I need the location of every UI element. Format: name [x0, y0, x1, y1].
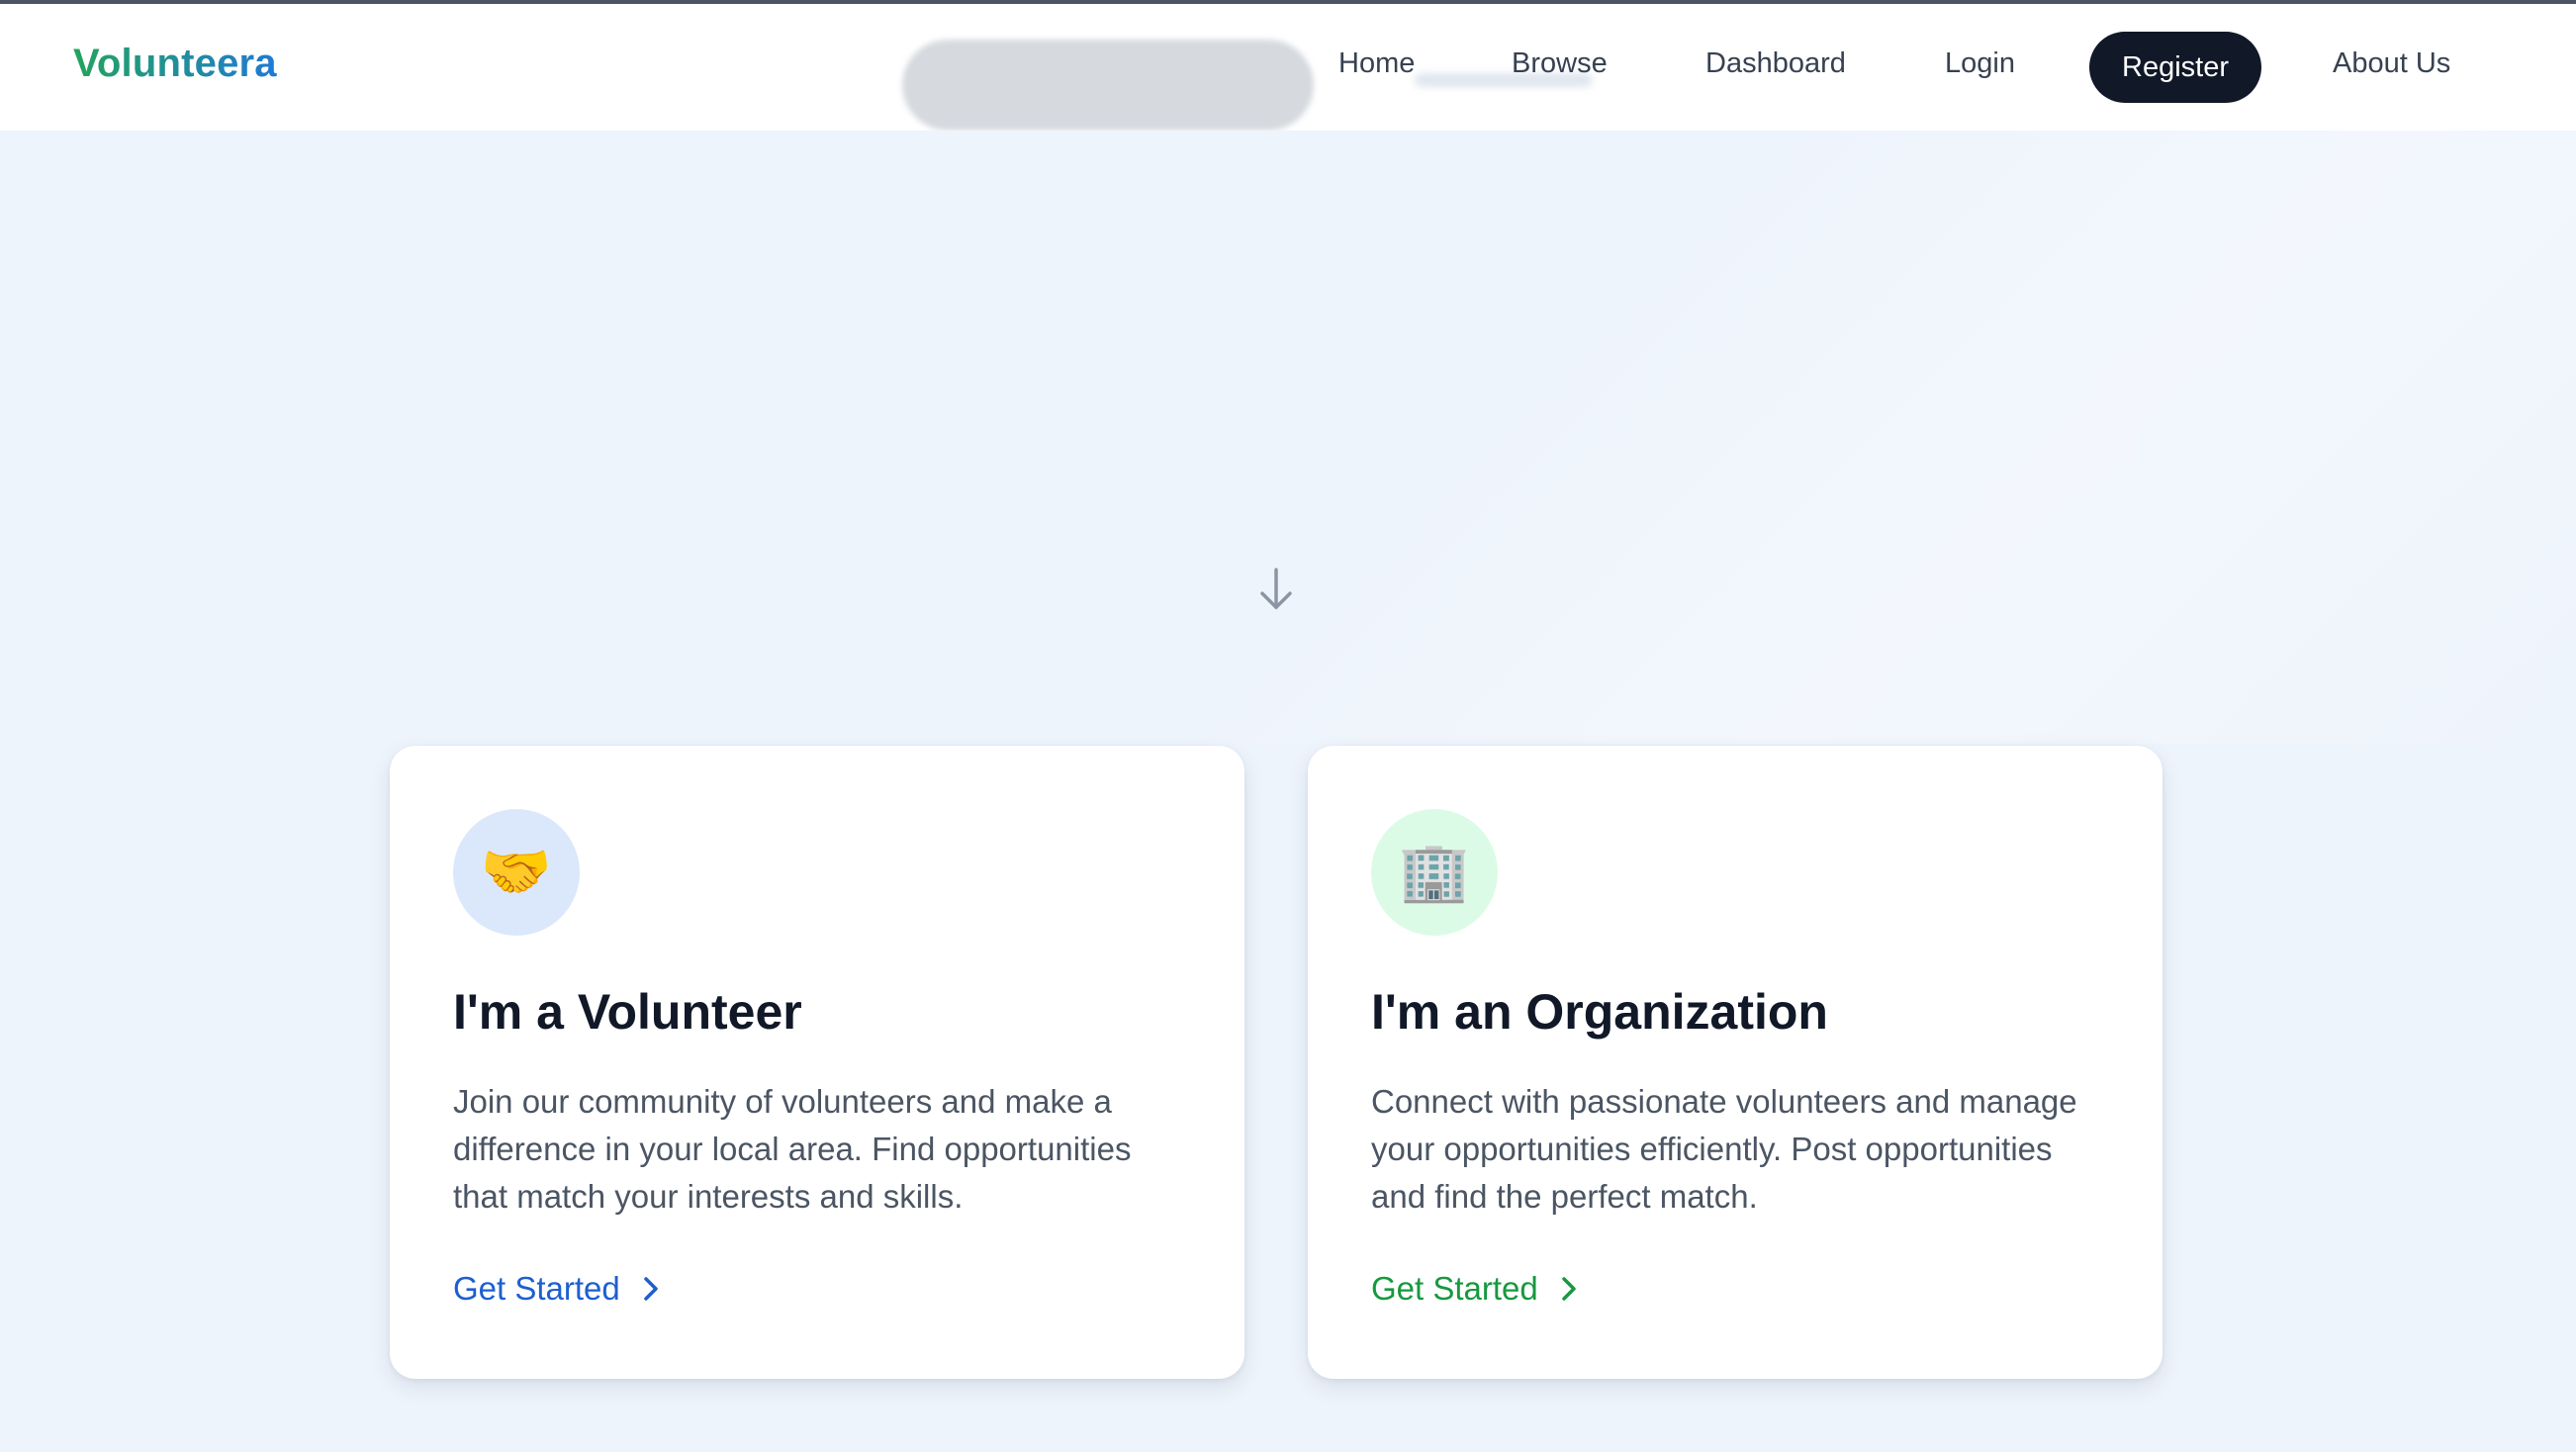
nav-about-us[interactable]: About Us: [2333, 47, 2450, 80]
arrow-down-icon[interactable]: [1256, 566, 1296, 613]
nav-login[interactable]: Login: [1945, 47, 2015, 80]
volunteer-get-started-link[interactable]: Get Started: [453, 1270, 660, 1308]
chevron-right-icon: [644, 1277, 658, 1301]
register-button[interactable]: Register: [2089, 32, 2261, 103]
organization-card: 🏢 I'm an Organization Connect with passi…: [1308, 746, 2162, 1379]
organization-card-title: I'm an Organization: [1371, 984, 1828, 1040]
site-logo[interactable]: Volunteera: [73, 42, 277, 86]
nav-browse[interactable]: Browse: [1512, 47, 1608, 80]
nav-home[interactable]: Home: [1338, 47, 1415, 80]
volunteer-card-title: I'm a Volunteer: [453, 984, 802, 1040]
organization-card-description: Connect with passionate volunteers and m…: [1371, 1083, 2077, 1215]
organization-get-started-label: Get Started: [1371, 1270, 1538, 1307]
chevron-right-icon: [1562, 1277, 1576, 1301]
organization-get-started-link[interactable]: Get Started: [1371, 1270, 1578, 1308]
office-building-icon: 🏢: [1371, 809, 1498, 936]
volunteer-card-description: Join our community of volunteers and mak…: [453, 1083, 1132, 1215]
handshake-icon: 🤝: [453, 809, 580, 936]
navbar: Volunteera Home Browse Dashboard Login R…: [0, 4, 2576, 131]
blurred-cta-button: [902, 40, 1314, 131]
volunteer-card: 🤝 I'm a Volunteer Join our community of …: [390, 746, 1244, 1379]
nav-dashboard[interactable]: Dashboard: [1705, 47, 1846, 80]
volunteer-get-started-label: Get Started: [453, 1270, 620, 1307]
hero-section: [0, 131, 2576, 744]
